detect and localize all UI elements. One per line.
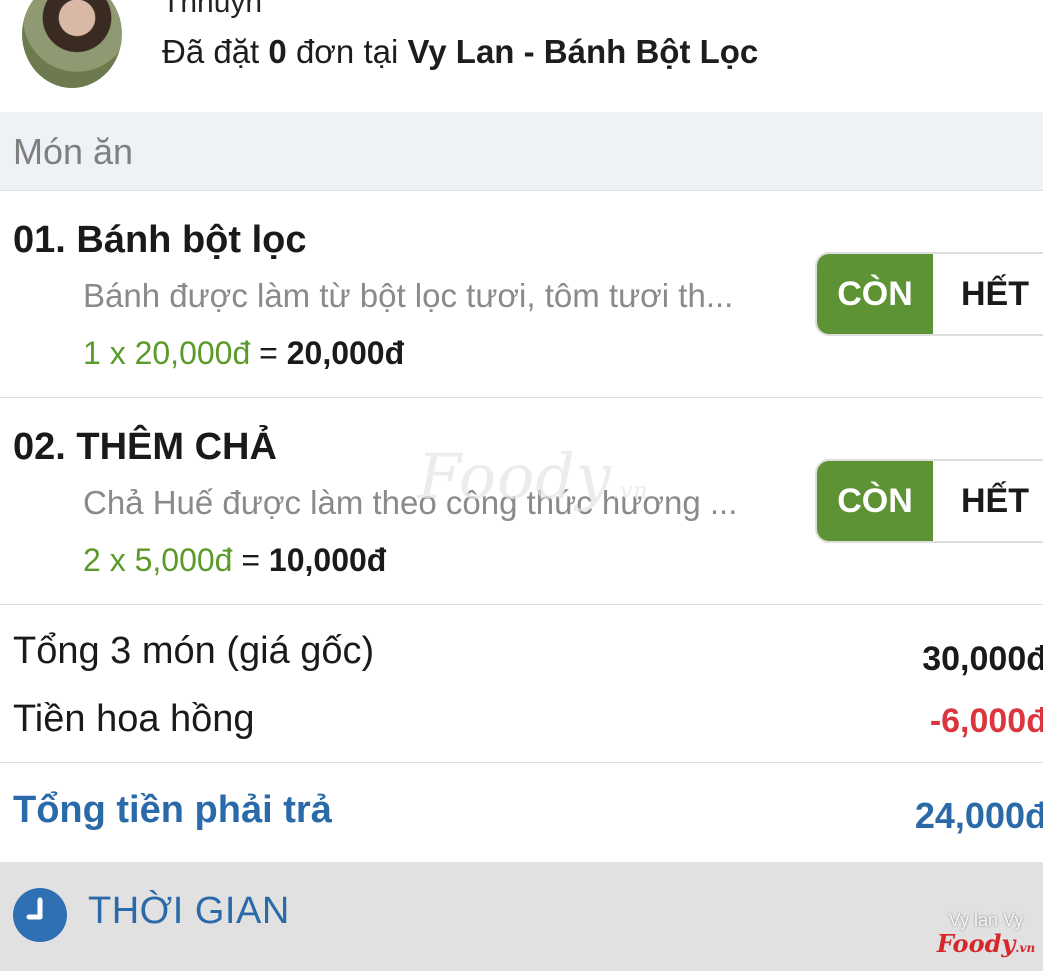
- item-qty-price: 2 x 5,000đ: [83, 542, 233, 578]
- list-item: 02. THÊM CHẢ Chả Huế được làm theo công …: [0, 398, 1043, 605]
- item-line-total: 20,000đ: [286, 335, 405, 371]
- divider: [0, 762, 1043, 763]
- toggle-soldout-button[interactable]: HẾT: [935, 461, 1043, 541]
- item-qty-price: 1 x 20,000đ: [83, 335, 251, 371]
- foody-corner-mark: Vy lan Vy Foody.vn: [936, 910, 1036, 958]
- watermark-user: Vy lan Vy: [948, 910, 1024, 930]
- foody-logo-text: Foody: [936, 929, 1016, 958]
- toggle-soldout-button[interactable]: HẾT: [935, 254, 1043, 334]
- item-equals: =: [241, 542, 261, 578]
- item-title: 01. Bánh bột lọc: [13, 219, 307, 261]
- subtotal-label: Tổng 3 món (giá gốc): [13, 630, 375, 672]
- clock-icon: [13, 888, 67, 942]
- foody-logo: Foody.vn: [936, 929, 1036, 958]
- restaurant-name[interactable]: Vy Lan - Bánh Bột Lọc: [407, 33, 758, 70]
- order-count: 0: [268, 33, 287, 70]
- order-prefix: Đã đặt: [162, 33, 260, 70]
- subtotal-value: 30,000đ: [922, 640, 1043, 678]
- availability-toggle: CÒN HẾT: [815, 252, 1043, 336]
- user-name[interactable]: Tnhuyn: [162, 0, 262, 20]
- order-summary-line: Đã đặt 0 đơn tại Vy Lan - Bánh Bột Lọc: [162, 33, 758, 71]
- item-description: Chả Huế được làm theo công thức hương ..…: [83, 484, 738, 521]
- grand-total-label: Tổng tiền phải trả: [13, 789, 332, 831]
- item-equals: =: [259, 335, 278, 371]
- order-header: Tnhuyn Đã đặt 0 đơn tại Vy Lan - Bánh Bộ…: [0, 0, 1043, 112]
- foody-logo-suffix: .vn: [1015, 941, 1036, 955]
- item-title: 02. THÊM CHẢ: [13, 426, 277, 468]
- order-mid: đơn tại: [295, 33, 399, 70]
- item-price: 2 x 5,000đ = 10,000đ: [83, 542, 386, 579]
- item-price: 1 x 20,000đ = 20,000đ: [83, 335, 404, 372]
- item-description: Bánh được làm từ bột lọc tươi, tôm tươi …: [83, 277, 734, 314]
- list-item: 01. Bánh bột lọc Bánh được làm từ bột lọ…: [0, 191, 1043, 398]
- time-section-label[interactable]: THỜI GIAN: [88, 890, 290, 933]
- toggle-available-button[interactable]: CÒN: [817, 461, 933, 541]
- toggle-available-button[interactable]: CÒN: [817, 254, 933, 334]
- user-avatar[interactable]: [22, 0, 122, 88]
- item-line-total: 10,000đ: [268, 542, 387, 578]
- section-header: [0, 112, 1043, 191]
- section-title: Món ăn: [13, 131, 134, 172]
- grand-total-value: 24,000đ: [914, 795, 1043, 836]
- availability-toggle: CÒN HẾT: [815, 459, 1043, 543]
- commission-label: Tiền hoa hồng: [13, 698, 255, 740]
- commission-value: -6,000đ: [929, 702, 1043, 740]
